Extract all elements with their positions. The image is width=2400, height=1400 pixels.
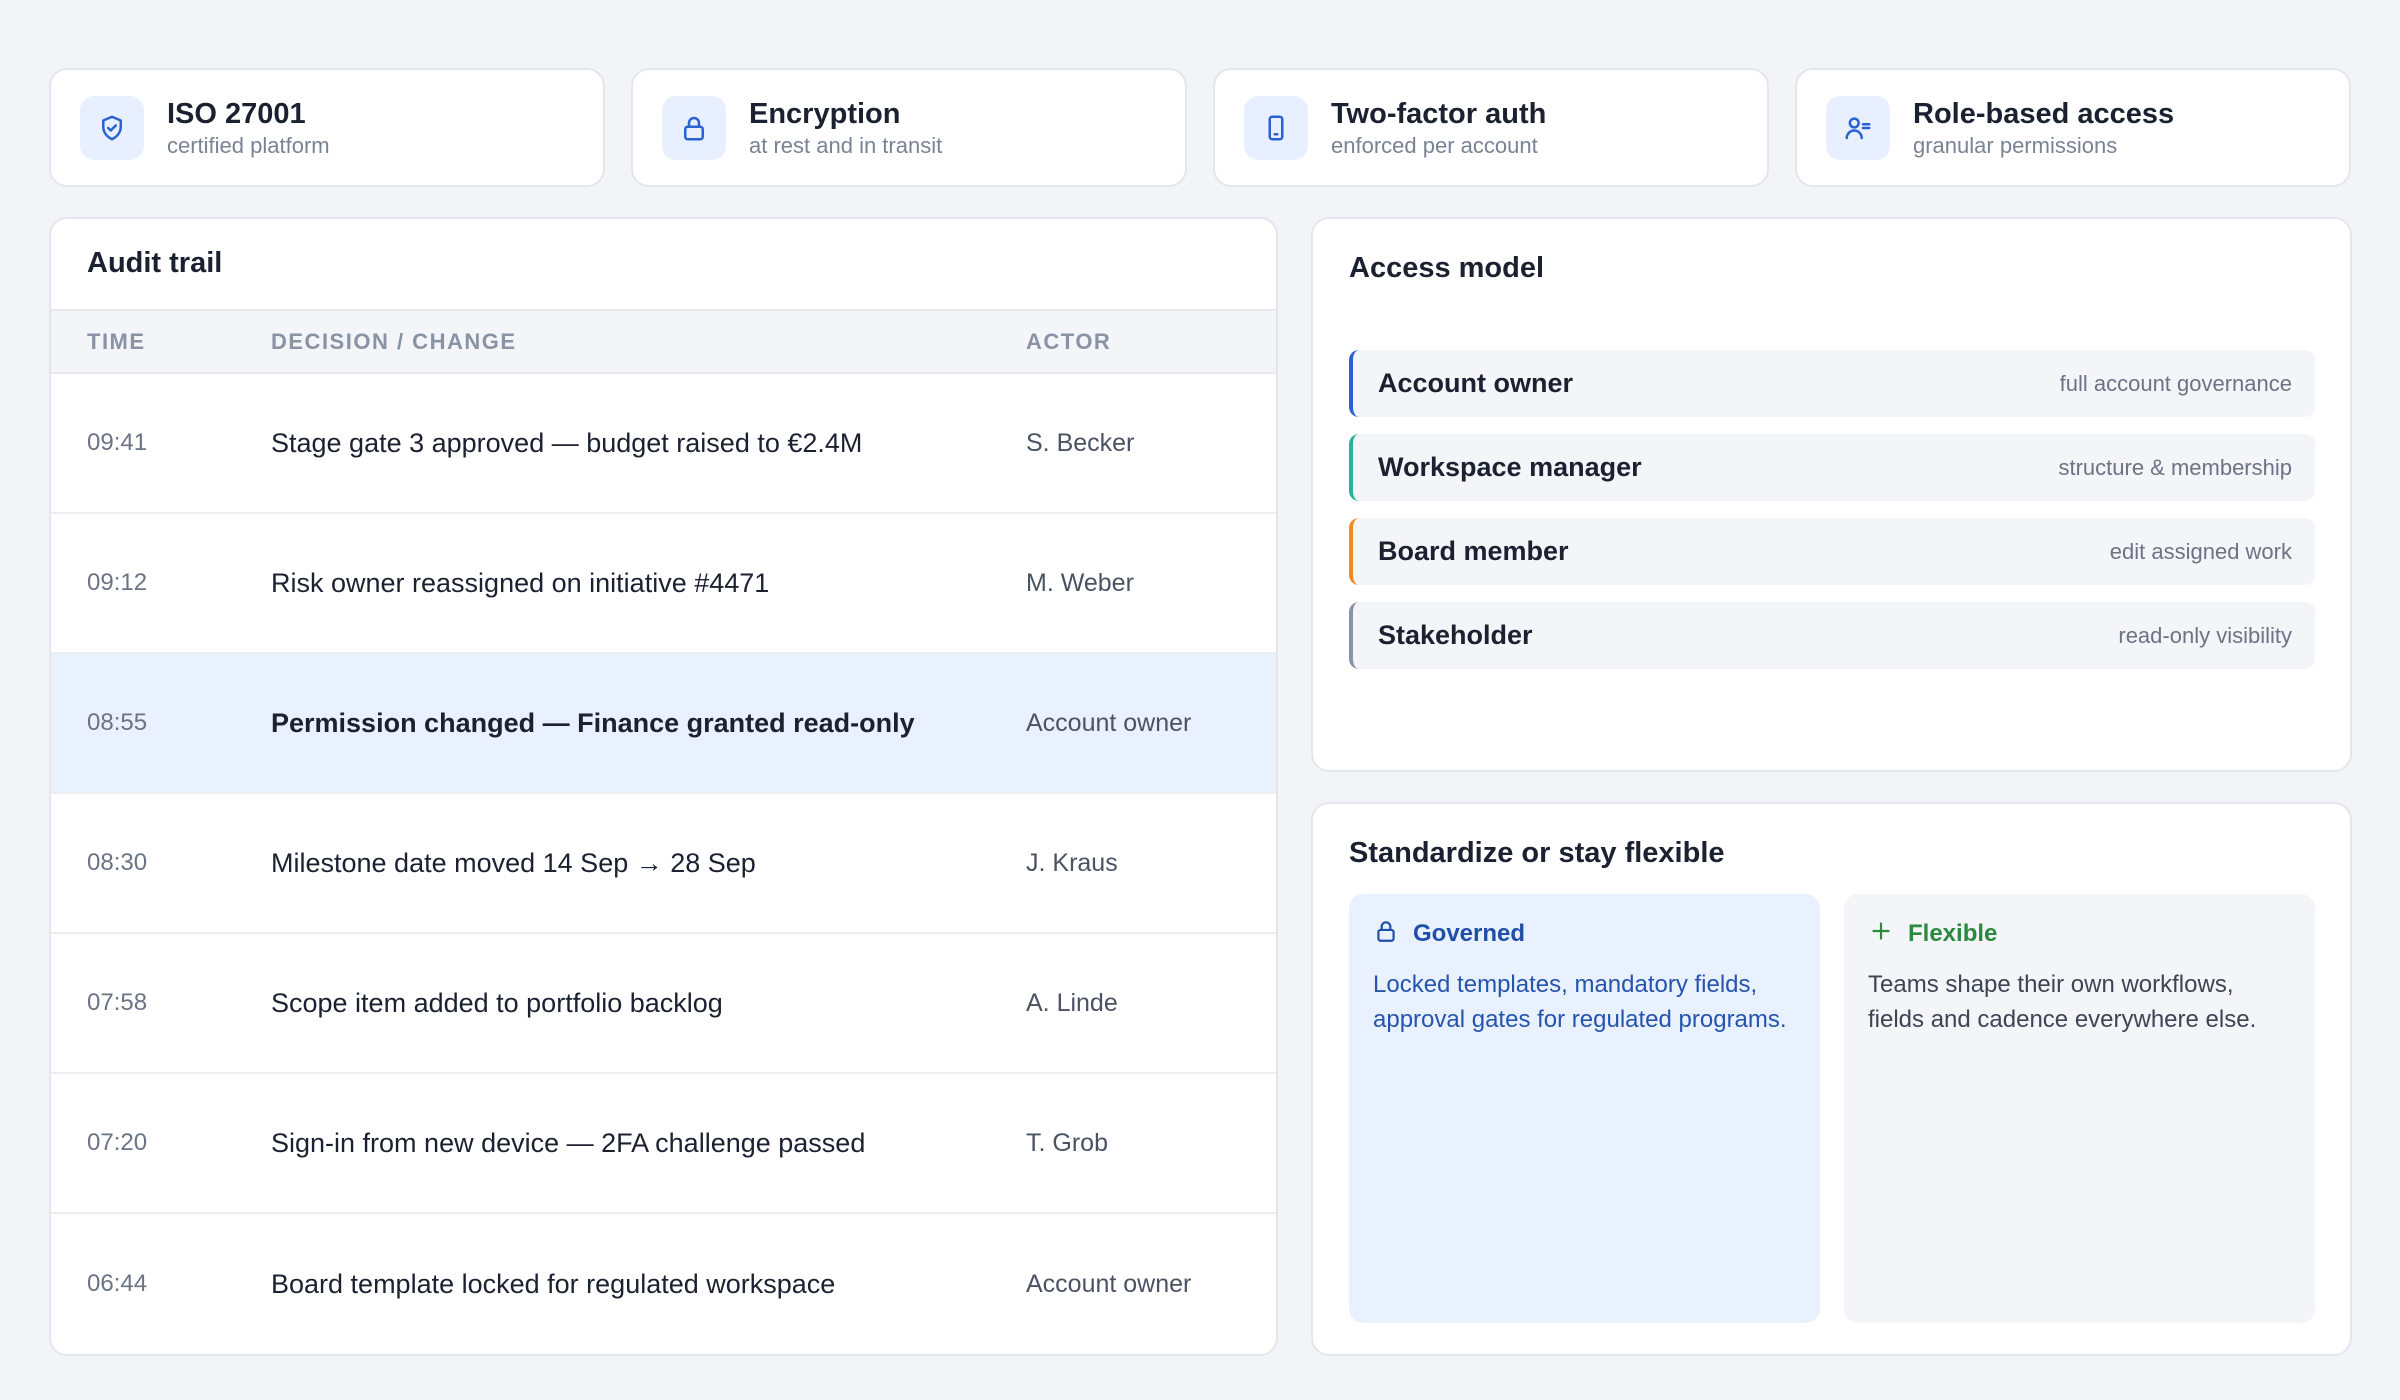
badge-subtitle: enforced per account: [1331, 132, 1538, 158]
row-time: 08:30: [87, 849, 148, 876]
row-change: Stage gate 3 approved — budget raised to…: [271, 427, 863, 458]
access-model-card: Access model Account owner full account …: [1311, 217, 2352, 772]
flexible-label: Flexible: [1908, 919, 1998, 947]
security-badges: ISO 27001 certified platform Encryption …: [49, 68, 2351, 187]
row-change: Board template locked for regulated work…: [271, 1268, 836, 1299]
badge-subtitle: certified platform: [167, 132, 330, 158]
badge-iso: ISO 27001 certified platform: [49, 68, 605, 187]
governed-panel: Governed Locked templates, mandatory fie…: [1349, 894, 1820, 1323]
row-time: 06:44: [87, 1270, 148, 1297]
row-actor: S. Becker: [1026, 428, 1135, 457]
table-row[interactable]: 07:58 Scope item added to portfolio back…: [51, 934, 1276, 1074]
column-header-actor: ACTOR: [1026, 328, 1112, 354]
audit-trail-title: Audit trail: [87, 247, 223, 279]
row-time: 09:41: [87, 429, 148, 456]
table-row[interactable]: 09:12 Risk owner reassigned on initiativ…: [51, 514, 1276, 654]
role-workspace-manager: Workspace manager structure & membership: [1349, 434, 2315, 501]
row-change: Risk owner reassigned on initiative #447…: [271, 567, 770, 598]
row-change: Milestone date moved 14 Sep → 28 Sep: [271, 847, 756, 878]
role-stakeholder: Stakeholder read-only visibility: [1349, 602, 2315, 669]
role-name: Account owner: [1378, 368, 1574, 398]
role-description: structure & membership: [2058, 454, 2292, 480]
governed-label: Governed: [1413, 919, 1526, 947]
table-row[interactable]: 08:30 Milestone date moved 14 Sep → 28 S…: [51, 794, 1276, 934]
audit-table-body: 09:41 Stage gate 3 approved — budget rai…: [51, 374, 1276, 1354]
phone-icon: [1244, 95, 1308, 160]
role-description: full account governance: [2059, 370, 2292, 396]
standardize-card: Standardize or stay flexible Governed Lo…: [1311, 802, 2352, 1356]
column-header-change: DECISION / CHANGE: [271, 328, 517, 354]
row-change: Sign-in from new device — 2FA challenge …: [271, 1127, 866, 1158]
access-model-title: Access model: [1349, 252, 1545, 284]
table-row[interactable]: 09:41 Stage gate 3 approved — budget rai…: [51, 374, 1276, 514]
badge-role-based: Role-based access granular permissions: [1795, 68, 2351, 187]
badge-two-factor: Two-factor auth enforced per account: [1213, 68, 1769, 187]
role-description: edit assigned work: [2109, 538, 2292, 564]
role-list: Account owner full account governance Wo…: [1349, 350, 2315, 686]
badge-encryption: Encryption at rest and in transit: [631, 68, 1187, 187]
row-actor: A. Linde: [1026, 988, 1118, 1017]
shield-check-icon: [80, 95, 144, 160]
standardize-title: Standardize or stay flexible: [1349, 837, 1725, 869]
user-roles-icon: [1826, 95, 1890, 160]
badge-subtitle: granular permissions: [1913, 132, 2118, 158]
lock-icon: [662, 95, 726, 160]
role-board-member: Board member edit assigned work: [1349, 518, 2315, 585]
audit-trail-card: Audit trail TIME DECISION / CHANGE ACTOR…: [49, 217, 1278, 1356]
row-change: Permission changed — Finance granted rea…: [271, 707, 915, 738]
row-actor: Account owner: [1026, 708, 1192, 737]
row-time: 07:20: [87, 1129, 148, 1156]
role-account-owner: Account owner full account governance: [1349, 350, 2315, 417]
row-time: 09:12: [87, 569, 148, 596]
badge-subtitle: at rest and in transit: [749, 132, 943, 158]
security-overview-page: ISO 27001 certified platform Encryption …: [0, 0, 2400, 1400]
role-name: Board member: [1378, 536, 1569, 566]
badge-title: Encryption: [749, 97, 901, 130]
plus-icon: [1868, 918, 1894, 949]
table-row-highlighted[interactable]: 08:55 Permission changed — Finance grant…: [51, 654, 1276, 794]
flexible-body: Teams shape their own workflows, fields …: [1868, 971, 2257, 1033]
row-actor: J. Kraus: [1026, 848, 1118, 877]
flexible-panel: Flexible Teams shape their own workflows…: [1844, 894, 2315, 1323]
badge-title: ISO 27001: [167, 97, 306, 130]
role-name: Workspace manager: [1378, 452, 1642, 482]
lock-icon: [1373, 918, 1399, 949]
row-change: Scope item added to portfolio backlog: [271, 987, 723, 1018]
row-actor: Account owner: [1026, 1269, 1192, 1298]
row-actor: M. Weber: [1026, 568, 1134, 597]
badge-title: Role-based access: [1913, 97, 2175, 130]
role-description: read-only visibility: [2118, 622, 2292, 648]
table-row[interactable]: 07:20 Sign-in from new device — 2FA chal…: [51, 1074, 1276, 1214]
audit-table-header: TIME DECISION / CHANGE ACTOR: [51, 309, 1276, 374]
row-time: 08:55: [87, 709, 148, 736]
row-time: 07:58: [87, 989, 148, 1016]
table-row[interactable]: 06:44 Board template locked for regulate…: [51, 1214, 1276, 1354]
badge-title: Two-factor auth: [1331, 97, 1547, 130]
governed-body: Locked templates, mandatory fields, appr…: [1373, 971, 1787, 1033]
row-actor: T. Grob: [1026, 1128, 1108, 1157]
role-name: Stakeholder: [1378, 620, 1533, 650]
column-header-time: TIME: [87, 328, 146, 354]
